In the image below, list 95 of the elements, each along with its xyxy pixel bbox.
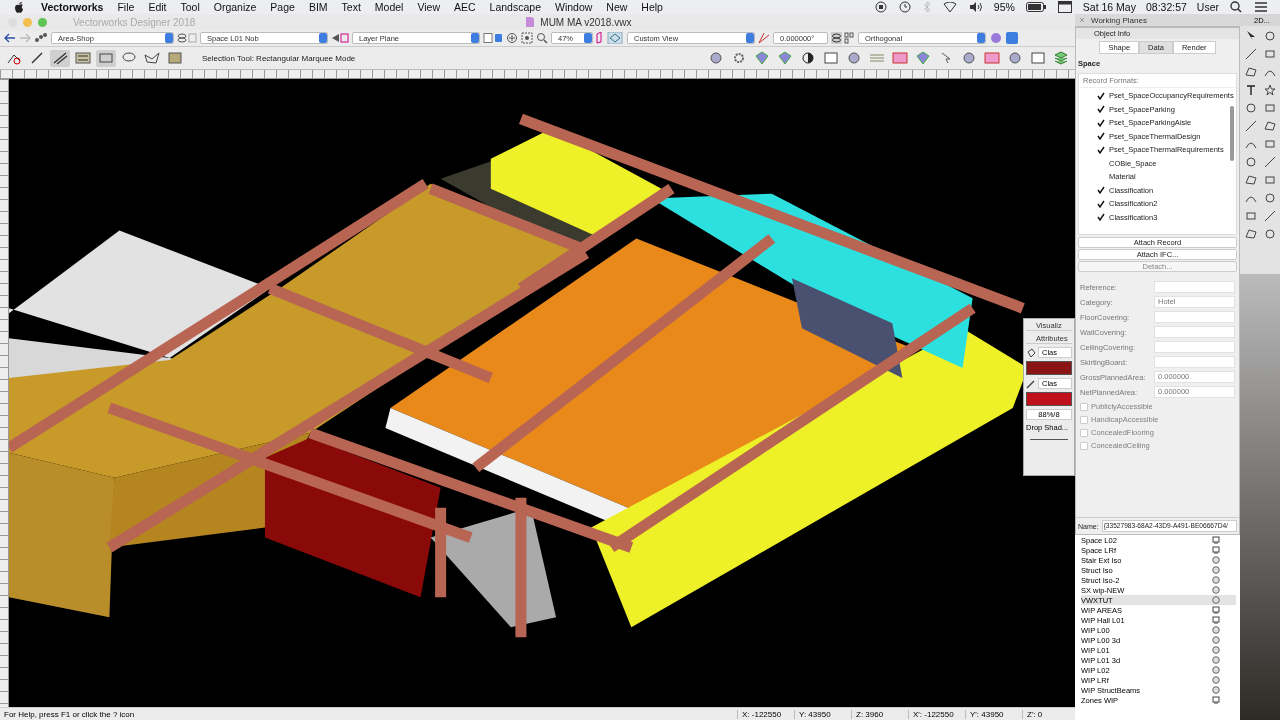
coordinate-field: X': -122550 (908, 709, 957, 719)
search-icon[interactable] (1230, 1, 1242, 13)
back-icon[interactable] (4, 33, 16, 43)
checkmark-icon[interactable] (1097, 91, 1105, 100)
document-icon (526, 17, 535, 27)
tool-icon[interactable] (1263, 30, 1276, 42)
view-icon[interactable] (596, 32, 624, 44)
checkmark-icon[interactable] (1097, 132, 1105, 141)
fill-swatch[interactable] (1026, 361, 1072, 375)
menu-item[interactable]: Page (263, 1, 302, 13)
menu-item[interactable]: File (110, 1, 142, 13)
checkmark-icon[interactable] (1097, 199, 1105, 208)
sheet-icon (1212, 616, 1220, 624)
document-name: MUM MA v2018.vwx (540, 16, 632, 28)
checkmark-icon[interactable] (1097, 186, 1105, 195)
coordinate-field: X: -122550 (737, 709, 786, 719)
window-title: Vectorworks Designer 2018 (73, 16, 196, 28)
pen-swatch[interactable] (1026, 392, 1072, 406)
render-icon[interactable] (989, 32, 1019, 44)
scrollbar[interactable] (1230, 106, 1234, 161)
menu-item[interactable]: AEC (447, 1, 483, 13)
zoom-selection-icon[interactable] (521, 32, 533, 44)
menu-item[interactable]: Edit (141, 1, 174, 13)
tool-icon[interactable] (1244, 66, 1257, 78)
tool-icon[interactable] (1263, 228, 1276, 240)
tool-icon[interactable] (1244, 228, 1257, 240)
sheet-icon (1212, 606, 1220, 614)
mode-button[interactable] (142, 49, 162, 67)
tool-icon[interactable] (1263, 210, 1276, 222)
sheet-icon (1212, 536, 1220, 544)
projection-icon[interactable] (831, 32, 855, 44)
checkmark-icon[interactable] (1097, 145, 1105, 154)
menu-item[interactable]: Window (548, 1, 600, 13)
user-menu[interactable]: User (1196, 1, 1219, 13)
menubar-date: Sat 16 May (1082, 1, 1136, 13)
coordinate-field: Z': 0 (1022, 709, 1071, 719)
classes-icon[interactable] (34, 33, 48, 43)
coordinate-field: Y': 43950 (965, 709, 1014, 719)
line-sample (1030, 439, 1068, 440)
zoom-fit-icon[interactable] (506, 32, 518, 44)
sheet-icon (1212, 696, 1220, 704)
battery-percentage: 95% (993, 1, 1015, 13)
apple-icon[interactable] (14, 1, 24, 13)
input-field[interactable] (1154, 326, 1235, 338)
coordinate-field: Z: 3960 (851, 709, 900, 719)
input-field[interactable] (1154, 356, 1235, 368)
checkmark-icon[interactable] (1097, 213, 1105, 222)
input-field[interactable] (1154, 311, 1235, 323)
menu-item[interactable]: Help (634, 1, 670, 13)
wifi-icon[interactable] (942, 1, 957, 13)
palette-title: Working Planes (1091, 15, 1147, 25)
coordinate-field: Y: 43950 (794, 709, 843, 719)
menu-item[interactable]: Model (367, 1, 411, 13)
battery-icon[interactable] (1025, 2, 1046, 12)
help-text: For Help, press F1 or click the ? icon (4, 709, 135, 719)
tool-icon[interactable] (1263, 120, 1276, 132)
tool-hint: Selection Tool: Rectangular Marquee Mode (202, 53, 356, 63)
app-menu[interactable]: Vectorworks (34, 1, 111, 13)
menu-item[interactable]: Organize (206, 1, 264, 13)
tool-icon[interactable] (1244, 156, 1257, 168)
menubar-time[interactable]: 08:32:57 (1145, 1, 1187, 13)
zoom-icon[interactable] (536, 32, 548, 44)
mode-button[interactable] (50, 49, 70, 67)
checkmark-icon[interactable] (1097, 118, 1105, 127)
tool-icon[interactable] (1244, 84, 1257, 96)
tool-icon[interactable] (1263, 156, 1276, 168)
tool-icon[interactable] (1244, 30, 1257, 42)
pencil-icon (1026, 378, 1036, 389)
angle-icon[interactable] (758, 32, 770, 44)
menu-item[interactable]: View (410, 1, 447, 13)
menu-item[interactable]: Tool (173, 1, 207, 13)
toolbar-icon[interactable] (800, 51, 816, 65)
volume-icon[interactable] (968, 1, 983, 13)
menu-item[interactable]: New (599, 1, 635, 13)
sheet-icon (1212, 546, 1220, 554)
bucket-icon (1026, 347, 1036, 358)
menu-item[interactable]: BIM (301, 1, 335, 13)
input-field[interactable] (1154, 341, 1235, 353)
layers-icon[interactable] (177, 33, 197, 43)
tool-icon[interactable] (1263, 84, 1276, 96)
input-field[interactable] (1154, 281, 1235, 293)
tool-icon[interactable] (1244, 48, 1257, 60)
plane-icon[interactable] (331, 33, 349, 43)
calendar-icon[interactable] (1057, 1, 1072, 13)
menu-item[interactable]: Landscape (482, 1, 548, 13)
tool-icon[interactable] (1244, 174, 1257, 186)
tool-icon[interactable] (1263, 192, 1276, 204)
checkmark-icon[interactable] (1097, 105, 1105, 114)
tool-icon[interactable] (1244, 120, 1257, 132)
stop-icon[interactable] (874, 1, 887, 13)
list-icon[interactable] (1254, 1, 1268, 13)
page-icon[interactable] (483, 33, 503, 43)
tool-icon[interactable] (1244, 102, 1257, 114)
clock-icon[interactable] (898, 1, 911, 13)
menu-item[interactable]: Text (334, 1, 368, 13)
